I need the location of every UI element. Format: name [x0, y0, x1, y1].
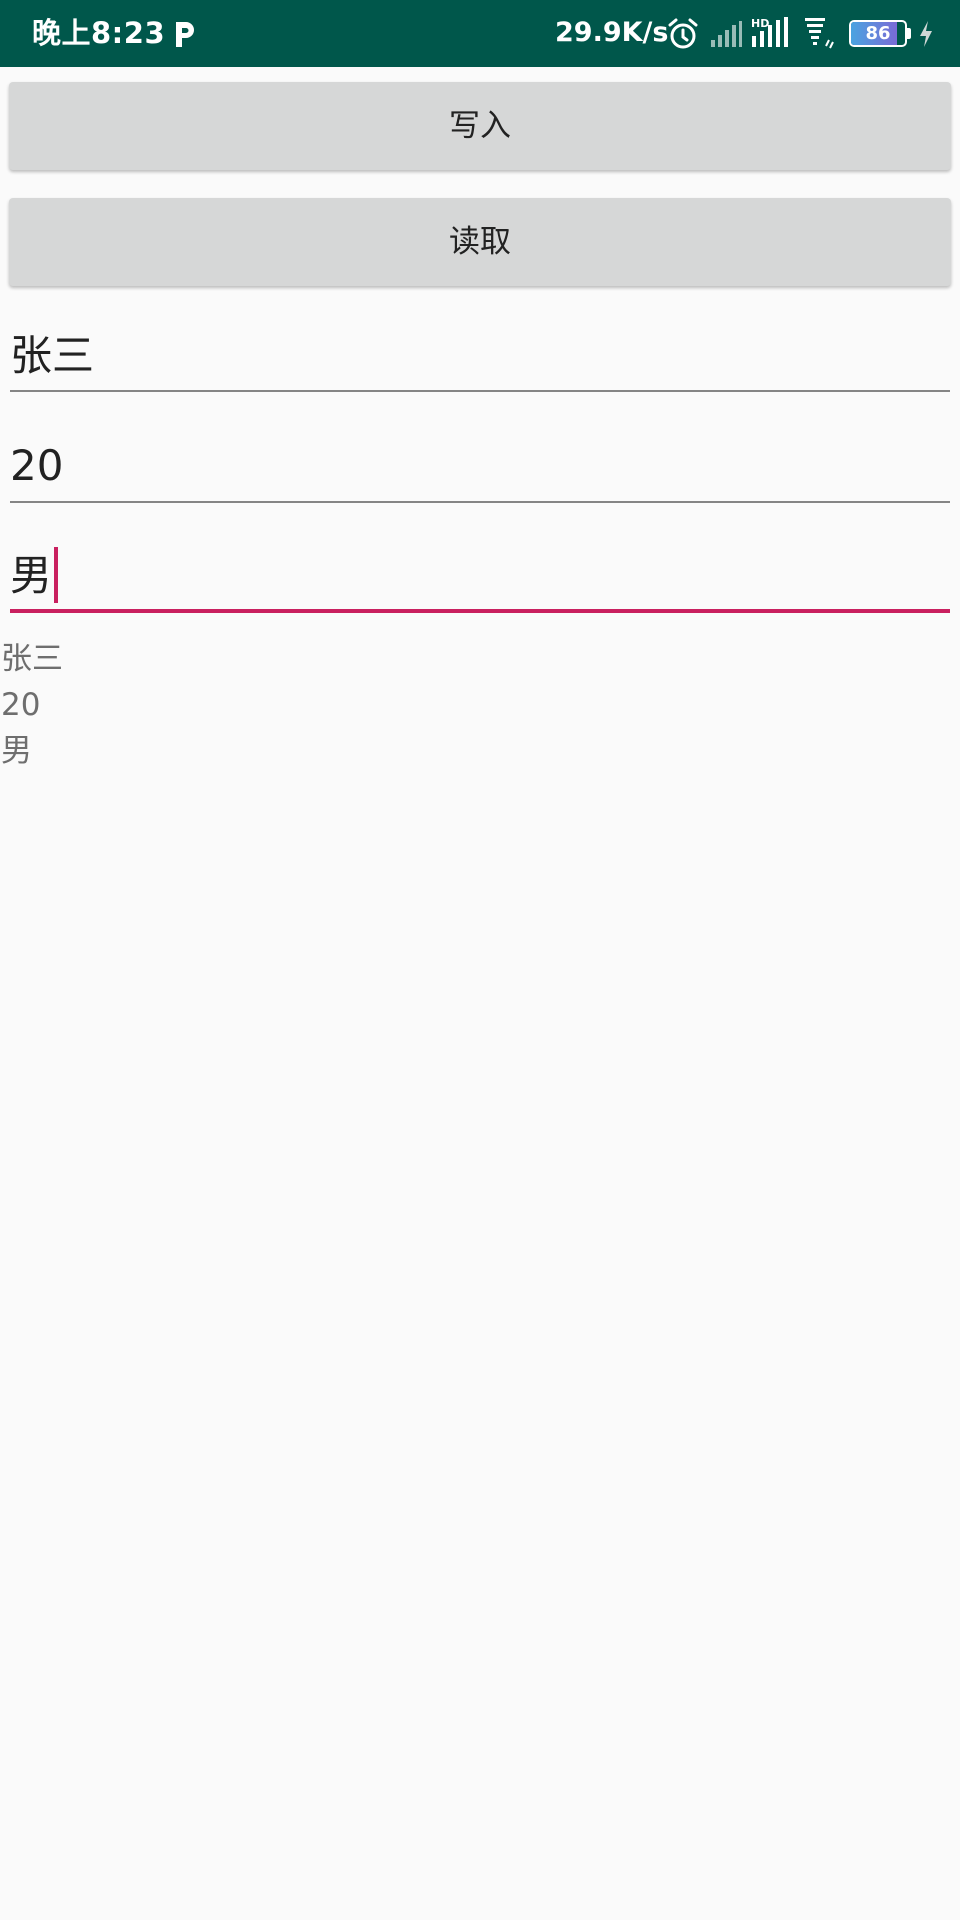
network-speed: 29.9K/s	[555, 17, 669, 48]
text-cursor	[54, 547, 58, 603]
name-field[interactable]: 张三	[10, 320, 950, 400]
age-field-value: 20	[10, 441, 64, 490]
hd-signal-icon: HD	[751, 17, 788, 47]
battery-nub	[907, 28, 911, 39]
read-button[interactable]: 读取	[9, 198, 951, 286]
wifi-icon	[805, 18, 834, 49]
status-bar: 晚上8:23 29.9K/s HD 86	[0, 0, 960, 67]
gender-field[interactable]: 男	[10, 540, 950, 620]
status-time: 晚上8:23	[32, 16, 166, 50]
gender-field-underline	[10, 609, 950, 613]
name-field-underline	[10, 390, 950, 392]
age-field[interactable]: 20	[10, 430, 950, 510]
age-field-underline	[10, 501, 950, 503]
output-line-gender: 男	[1, 733, 32, 769]
output-text: 张三 20 男	[1, 636, 63, 774]
name-field-value: 张三	[10, 331, 95, 380]
output-line-age: 20	[1, 687, 41, 723]
write-button[interactable]: 写入	[9, 82, 951, 170]
parking-p-icon	[176, 22, 194, 47]
svg-text:HD: HD	[751, 17, 769, 30]
battery-level: 86	[865, 23, 891, 44]
signal-icon	[711, 21, 742, 47]
gender-field-value: 男	[10, 551, 53, 600]
alarm-icon	[668, 18, 698, 49]
output-line-name: 张三	[1, 641, 63, 677]
charging-icon	[920, 21, 932, 47]
battery-icon: 86	[849, 20, 907, 47]
